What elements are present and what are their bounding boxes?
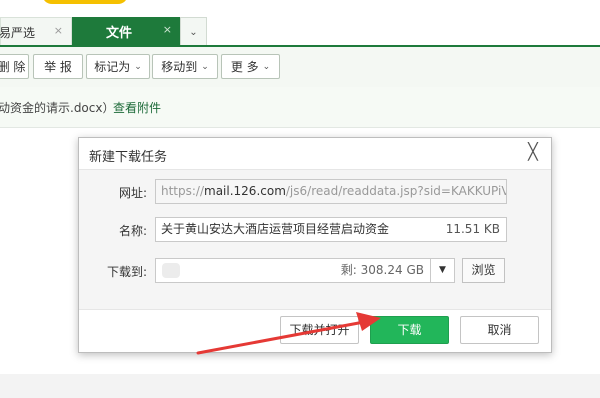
- report-label: 举 报: [44, 60, 72, 74]
- chevron-down-icon: ⌄: [134, 61, 142, 72]
- chevron-down-icon: ⌄: [262, 61, 271, 72]
- report-button[interactable]: 举 报: [33, 54, 83, 79]
- delete-label: 删 除: [0, 60, 26, 74]
- name-label: 名称:: [118, 224, 147, 238]
- url-prefix: https://: [161, 184, 205, 198]
- more-label: 更 多: [230, 60, 259, 74]
- url-field[interactable]: https://mail.126.com/js6/read/readdata.j…: [155, 179, 507, 204]
- file-name-value: 关于黄山安达大酒店运营项目经营启动资金: [161, 222, 390, 236]
- new-download-dialog: 新建下载任务 ╳ 网址: https://mail.126.com/js6/re…: [78, 137, 552, 353]
- download-button[interactable]: 下载: [370, 316, 449, 344]
- attachment-bar: 动资金的请示.docx） 查看附件: [0, 87, 600, 128]
- cancel-button[interactable]: 取消: [460, 316, 539, 344]
- file-size: 11.51 KB: [445, 222, 500, 236]
- mark-as-label: 标记为: [94, 60, 131, 74]
- tab-label: 文件: [105, 26, 132, 41]
- attachment-filename: 动资金的请示.docx）: [0, 101, 115, 115]
- close-icon[interactable]: ×: [163, 23, 172, 36]
- tab-label: 易严选: [0, 25, 36, 40]
- save-path-field[interactable]: 剩: 308.24 GB: [155, 258, 431, 283]
- mark-as-button[interactable]: 标记为 ⌄: [86, 54, 150, 79]
- close-icon[interactable]: ×: [54, 24, 63, 37]
- tab-yanxuan[interactable]: 易严选 ×: [0, 17, 72, 46]
- top-accent: [42, 0, 128, 4]
- chevron-down-icon: ▼: [439, 265, 446, 275]
- url-label: 网址:: [118, 186, 147, 200]
- close-icon[interactable]: ╳: [523, 142, 543, 162]
- browse-button[interactable]: 浏览: [462, 258, 505, 283]
- more-button[interactable]: 更 多 ⌄: [221, 54, 280, 79]
- delete-button[interactable]: 删 除: [0, 54, 29, 79]
- view-attachments-link[interactable]: 查看附件: [113, 99, 161, 116]
- download-and-open-button[interactable]: 下载并打开: [280, 316, 359, 344]
- chevron-down-icon: ⌄: [201, 61, 209, 72]
- dialog-form: 网址: https://mail.126.com/js6/read/readda…: [79, 169, 551, 310]
- move-to-button[interactable]: 移动到 ⌄: [152, 54, 218, 79]
- free-space: 剩: 308.24 GB: [340, 263, 424, 277]
- save-to-label: 下载到:: [106, 265, 147, 279]
- bottom-strip: [0, 374, 600, 398]
- save-path-dropdown[interactable]: ▼: [430, 258, 455, 283]
- url-path: /js6/read/readdata.jsp?sid=KAKKUPiV: [285, 184, 507, 198]
- tab-file[interactable]: 文件 ×: [72, 17, 180, 46]
- url-host: mail.126.com: [204, 184, 286, 198]
- tab-list-dropdown[interactable]: ⌄: [180, 17, 207, 46]
- dialog-title: 新建下载任务: [89, 150, 168, 165]
- mail-toolbar: 删 除 举 报 标记为 ⌄ 移动到 ⌄ 更 多 ⌄: [0, 47, 600, 87]
- chevron-down-icon: ⌄: [189, 26, 198, 38]
- folder-icon: [162, 263, 180, 278]
- tab-bar: 易严选 × 文件 × ⌄: [0, 0, 600, 46]
- move-to-label: 移动到: [161, 60, 198, 74]
- file-name-field[interactable]: 关于黄山安达大酒店运营项目经营启动资金 11.51 KB: [155, 217, 507, 242]
